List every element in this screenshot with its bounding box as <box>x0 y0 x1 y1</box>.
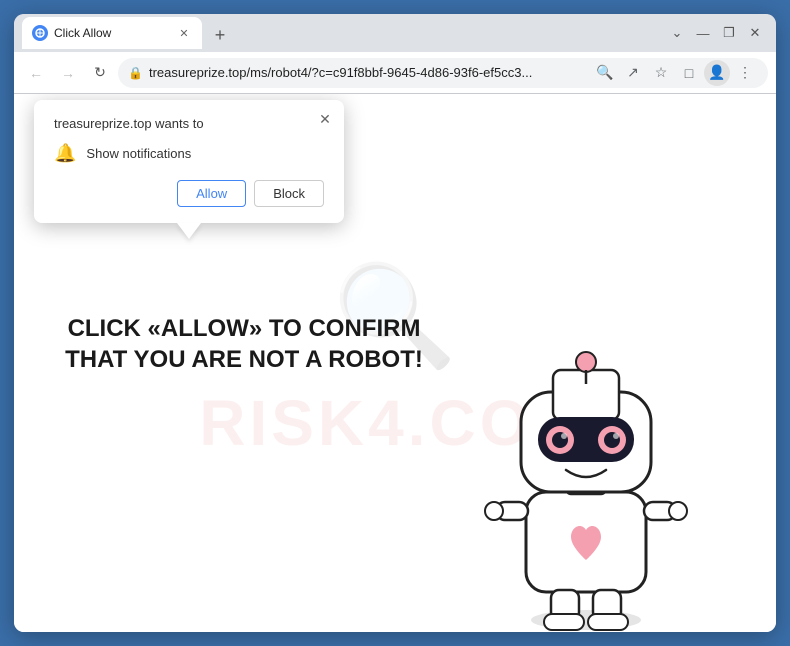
main-headline: CLICK «ALLOW» TO CONFIRM THAT YOU ARE NO… <box>54 313 434 375</box>
window-controls: ⌄ — ❐ ✕ <box>664 22 768 44</box>
menu-button[interactable]: ⋮ <box>732 60 758 86</box>
lock-icon: 🔒 <box>128 66 143 80</box>
search-icon-button[interactable]: 🔍 <box>592 60 618 86</box>
bookmark-icon-button[interactable]: ☆ <box>648 60 674 86</box>
block-button[interactable]: Block <box>254 180 324 207</box>
share-icon-button[interactable]: ↗ <box>620 60 646 86</box>
tab-favicon <box>32 25 48 41</box>
close-button[interactable]: ✕ <box>742 22 768 44</box>
browser-window: Click Allow ✕ + ⌄ — ❐ ✕ ← → ↻ 🔒 treasure… <box>14 14 776 632</box>
speech-bubble-tail <box>177 223 201 239</box>
allow-button[interactable]: Allow <box>177 180 246 207</box>
bell-icon: 🔔 <box>54 143 76 164</box>
webpage: 🔍 RISK4.COM CLICK «ALLOW» TO CONFIRM THA… <box>14 94 776 632</box>
back-button[interactable]: ← <box>22 59 50 87</box>
profile-button[interactable]: 👤 <box>704 60 730 86</box>
forward-button[interactable]: → <box>54 59 82 87</box>
title-bar: Click Allow ✕ + ⌄ — ❐ ✕ <box>14 14 776 52</box>
robot-illustration <box>456 312 716 632</box>
reload-button[interactable]: ↻ <box>86 59 114 87</box>
popup-permission-row: 🔔 Show notifications <box>54 143 324 164</box>
tab-title: Click Allow <box>54 26 170 40</box>
popup-title: treasureprize.top wants to <box>54 116 324 131</box>
content-area: 🔍 RISK4.COM CLICK «ALLOW» TO CONFIRM THA… <box>14 94 776 632</box>
chevron-down-button[interactable]: ⌄ <box>664 22 690 44</box>
new-tab-button[interactable]: + <box>206 21 234 49</box>
url-text: treasureprize.top/ms/robot4/?c=c91f8bbf-… <box>149 65 586 80</box>
active-tab[interactable]: Click Allow ✕ <box>22 17 202 49</box>
permission-popup: ✕ treasureprize.top wants to 🔔 Show noti… <box>34 100 344 223</box>
address-bar: ← → ↻ 🔒 treasureprize.top/ms/robot4/?c=c… <box>14 52 776 94</box>
restore-button[interactable]: ❐ <box>716 22 742 44</box>
permission-label: Show notifications <box>86 146 191 161</box>
tab-close-button[interactable]: ✕ <box>176 25 192 41</box>
minimize-button[interactable]: — <box>690 22 716 44</box>
url-box[interactable]: 🔒 treasureprize.top/ms/robot4/?c=c91f8bb… <box>118 58 768 88</box>
popup-buttons: Allow Block <box>54 180 324 207</box>
url-actions: 🔍 ↗ ☆ □ 👤 ⋮ <box>592 60 758 86</box>
popup-close-button[interactable]: ✕ <box>314 108 336 130</box>
extension-icon-button[interactable]: □ <box>676 60 702 86</box>
tab-bar: Click Allow ✕ + <box>22 17 660 49</box>
